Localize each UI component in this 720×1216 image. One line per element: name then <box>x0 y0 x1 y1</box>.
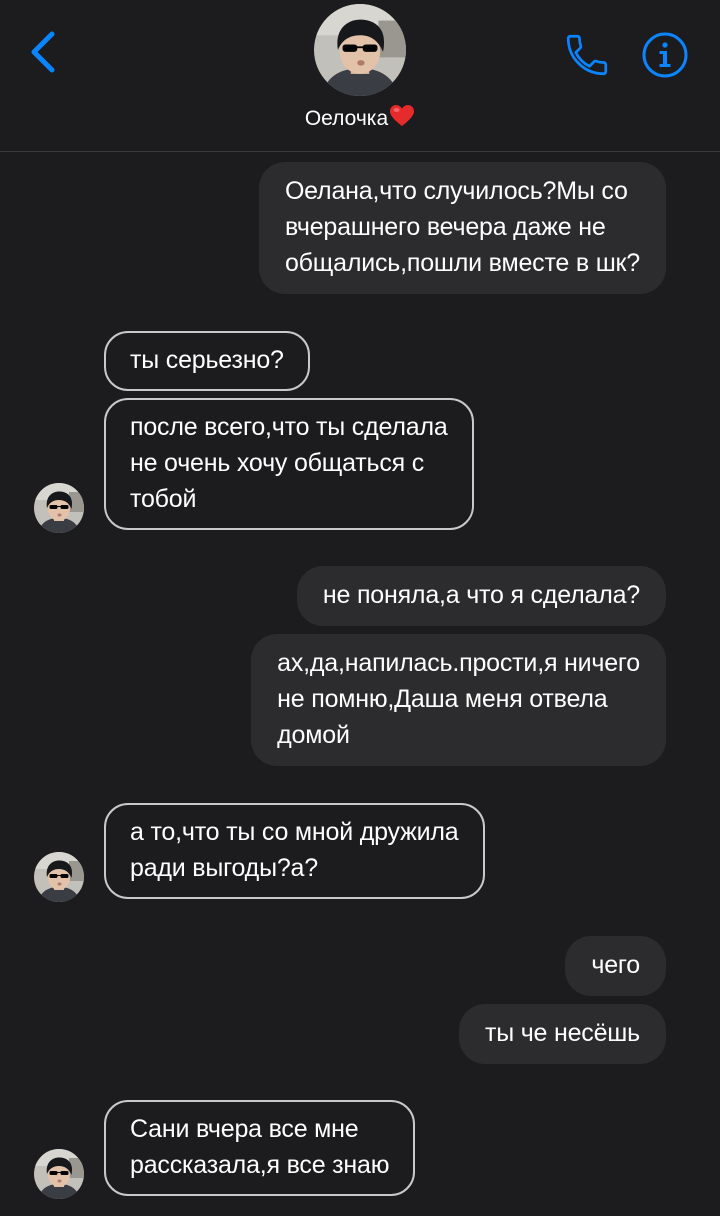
message-bubble-incoming[interactable]: а то,что ты со мной дружила ради выгоды?… <box>104 803 485 899</box>
phone-icon <box>566 34 608 76</box>
message-bubble-outgoing[interactable]: не поняла,а что я сделала? <box>296 566 666 626</box>
message-bubble-incoming[interactable]: ты серьезно? <box>104 331 310 391</box>
sender-avatar <box>34 852 84 902</box>
message-bubble-incoming[interactable]: после всего,что ты сделала не очень хочу… <box>104 398 474 530</box>
message-bubble-incoming[interactable]: Сани вчера все мне рассказала,я все знаю <box>104 1100 416 1196</box>
sender-avatar <box>34 483 84 533</box>
info-button[interactable] <box>640 30 690 80</box>
chat-header: Оелочка <box>0 0 720 152</box>
sender-avatar <box>34 1149 84 1199</box>
chevron-left-icon <box>31 31 55 73</box>
message-bubble-outgoing[interactable]: ты че несёшь <box>458 1004 666 1064</box>
message-bubble-outgoing[interactable]: Оелана,что случилось?Мы со вчерашнего ве… <box>258 162 666 294</box>
heart-icon <box>390 105 415 126</box>
contact-avatar[interactable] <box>314 4 406 96</box>
contact-name[interactable]: Оелочка <box>0 104 720 131</box>
message-bubble-outgoing[interactable]: чего <box>565 936 666 996</box>
call-button[interactable] <box>562 30 612 80</box>
message-bubble-outgoing[interactable]: ах,да,напилась.прости,я ничего не помню,… <box>251 634 666 766</box>
contact-name-text: Оелочка <box>304 107 389 130</box>
back-button[interactable] <box>22 28 66 76</box>
info-icon <box>642 32 688 78</box>
